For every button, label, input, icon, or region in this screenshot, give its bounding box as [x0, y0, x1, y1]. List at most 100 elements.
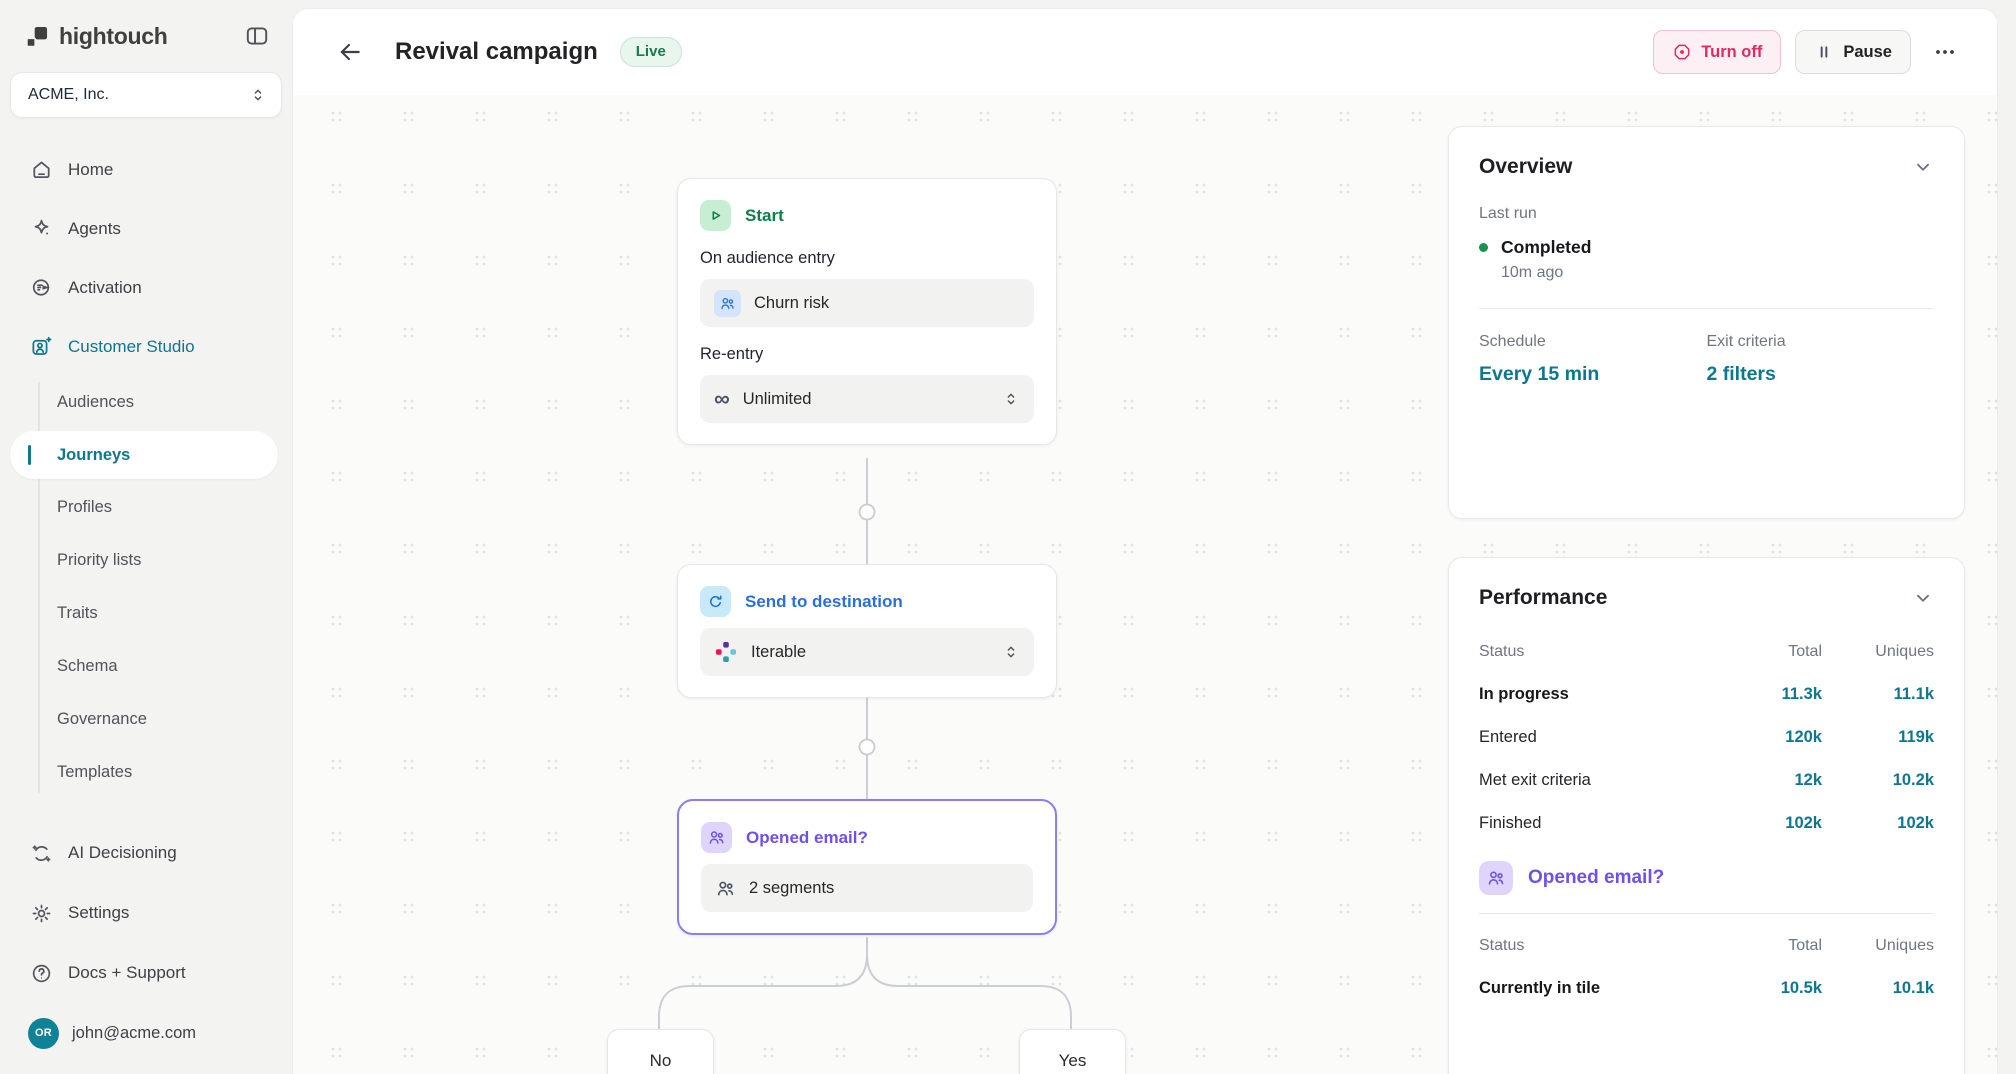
unfold-icon [249, 86, 267, 104]
sidebar-collapse-button[interactable] [242, 21, 272, 51]
brand-wordmark: hightouch [59, 23, 167, 50]
panel-collapse-icon [244, 23, 270, 49]
audience-field[interactable]: Churn risk [700, 279, 1034, 327]
sidebar-item-templates[interactable]: Templates [0, 746, 292, 799]
app-root: hightouch ACME, Inc. Home Agents Activat… [0, 0, 2016, 1074]
sidebar-item-schema[interactable]: Schema [0, 640, 292, 693]
sidebar-item-label: Activation [68, 278, 142, 298]
node-title: Start [745, 206, 784, 226]
sidebar-item-profiles[interactable]: Profiles [0, 481, 292, 534]
sidebar-item-label: Audiences [57, 393, 134, 412]
sidebar-item-agents[interactable]: Agents [0, 199, 292, 258]
sidebar-item-audiences[interactable]: Audiences [0, 376, 292, 429]
sidebar-item-home[interactable]: Home [0, 140, 292, 199]
col-status: Status [1479, 643, 1730, 661]
pause-button[interactable]: Pause [1795, 30, 1911, 74]
sidebar-nav: Home Agents Activation Customer Studio A… [0, 140, 292, 1063]
start-node[interactable]: Start On audience entry Churn risk Re-en… [677, 178, 1057, 445]
customer-studio-icon [30, 335, 53, 358]
sidebar-item-label: Profiles [57, 498, 112, 517]
sidebar-item-ai-decisioning[interactable]: AI Decisioning [0, 823, 292, 883]
reentry-value: Unlimited [743, 390, 812, 409]
sidebar-item-customer-studio[interactable]: Customer Studio [0, 317, 292, 376]
destination-node[interactable]: Send to destination Iterable [677, 564, 1057, 698]
divider [1479, 913, 1934, 914]
activation-icon [30, 276, 53, 299]
main-content: Start On audience entry Churn risk Re-en… [292, 8, 1998, 1074]
sidebar-item-label: Settings [68, 903, 129, 923]
branch-node-opened-email[interactable]: Opened email? 2 segments [677, 799, 1057, 935]
sidebar-item-settings[interactable]: Settings [0, 883, 292, 943]
reentry-select[interactable]: ∞ Unlimited [700, 375, 1034, 423]
arrow-left-icon [337, 39, 363, 65]
sidebar: hightouch ACME, Inc. Home Agents Activat… [0, 0, 292, 1074]
avatar: OR [28, 1018, 59, 1049]
sidebar-item-activation[interactable]: Activation [0, 258, 292, 317]
iterable-logo-icon [714, 640, 738, 664]
branch-yes-node[interactable]: Yes [1019, 1029, 1126, 1074]
tile-title-link[interactable]: Opened email? [1528, 867, 1664, 889]
sidebar-item-governance[interactable]: Governance [0, 693, 292, 746]
users-icon [701, 822, 732, 853]
schedule-value-link[interactable]: Every 15 min [1479, 363, 1707, 386]
page-title: Revival campaign [395, 38, 598, 66]
dots-horizontal-icon [1933, 40, 1957, 64]
play-icon [700, 200, 731, 231]
branch-label: Yes [1059, 1051, 1087, 1074]
sidebar-footer: AI Decisioning Settings Docs + Support O… [0, 823, 292, 1063]
more-menu-button[interactable] [1925, 30, 1965, 74]
col-total: Total [1730, 937, 1822, 955]
sidebar-item-label: Traits [57, 604, 98, 623]
stop-octagon-icon [1672, 42, 1692, 62]
gear-icon [30, 902, 53, 925]
tile-table: Status Total Uniques Currently in tile 1… [1479, 924, 1934, 1010]
branch-no-node[interactable]: No [607, 1029, 714, 1074]
chevron-down-icon[interactable] [1912, 156, 1934, 178]
col-uniques: Uniques [1822, 937, 1934, 955]
branch-label: No [650, 1051, 672, 1074]
table-row: Finished 102k 102k [1479, 802, 1934, 845]
sidebar-item-label: Home [68, 160, 113, 180]
table-header: Status Total Uniques [1479, 630, 1934, 673]
chevron-down-icon[interactable] [1912, 587, 1934, 609]
back-button[interactable] [331, 33, 369, 71]
destination-select[interactable]: Iterable [700, 628, 1034, 676]
sidebar-item-journeys[interactable]: Journeys [10, 431, 278, 479]
sidebar-item-label: Docs + Support [68, 963, 186, 983]
status-dot [1479, 243, 1488, 252]
turn-off-label: Turn off [1701, 43, 1762, 62]
sidebar-item-label: Templates [57, 763, 132, 782]
logo-row: hightouch [0, 18, 292, 54]
col-status: Status [1479, 937, 1730, 955]
sync-arrows-icon [700, 586, 731, 617]
sidebar-item-label: Governance [57, 710, 147, 729]
sidebar-item-priority-lists[interactable]: Priority lists [0, 534, 292, 587]
workspace-selector[interactable]: ACME, Inc. [10, 72, 282, 118]
turn-off-button[interactable]: Turn off [1653, 30, 1781, 74]
sidebar-item-traits[interactable]: Traits [0, 587, 292, 640]
panel-title: Performance [1479, 586, 1607, 610]
help-circle-icon [30, 962, 53, 985]
table-header: Status Total Uniques [1479, 924, 1934, 967]
sparkle-icon [30, 217, 53, 240]
page-header: Revival campaign Live Turn off Pause [293, 9, 1997, 95]
segments-field[interactable]: 2 segments [701, 864, 1033, 912]
audience-name: Churn risk [754, 294, 829, 313]
sidebar-item-docs-support[interactable]: Docs + Support [0, 943, 292, 1003]
table-row: Entered 120k 119k [1479, 716, 1934, 759]
pause-label: Pause [1843, 43, 1892, 62]
user-menu[interactable]: OR john@acme.com [0, 1003, 292, 1063]
schedule-label: Schedule [1479, 333, 1707, 351]
infinity-icon: ∞ [714, 388, 730, 410]
overview-panel: Overview Last run Completed 10m ago Sche… [1448, 126, 1965, 519]
unfold-icon [1002, 390, 1020, 408]
hightouch-logo-icon [24, 23, 51, 50]
active-indicator [28, 445, 31, 465]
home-icon [30, 158, 53, 181]
exit-criteria-link[interactable]: 2 filters [1707, 363, 1935, 386]
table-row: In progress 11.3k 11.1k [1479, 673, 1934, 716]
sidebar-item-label: Schema [57, 657, 118, 676]
journey-canvas[interactable]: Start On audience entry Churn risk Re-en… [293, 9, 1997, 1074]
ai-decisioning-icon [30, 842, 53, 865]
reentry-label: Re-entry [700, 345, 1034, 364]
